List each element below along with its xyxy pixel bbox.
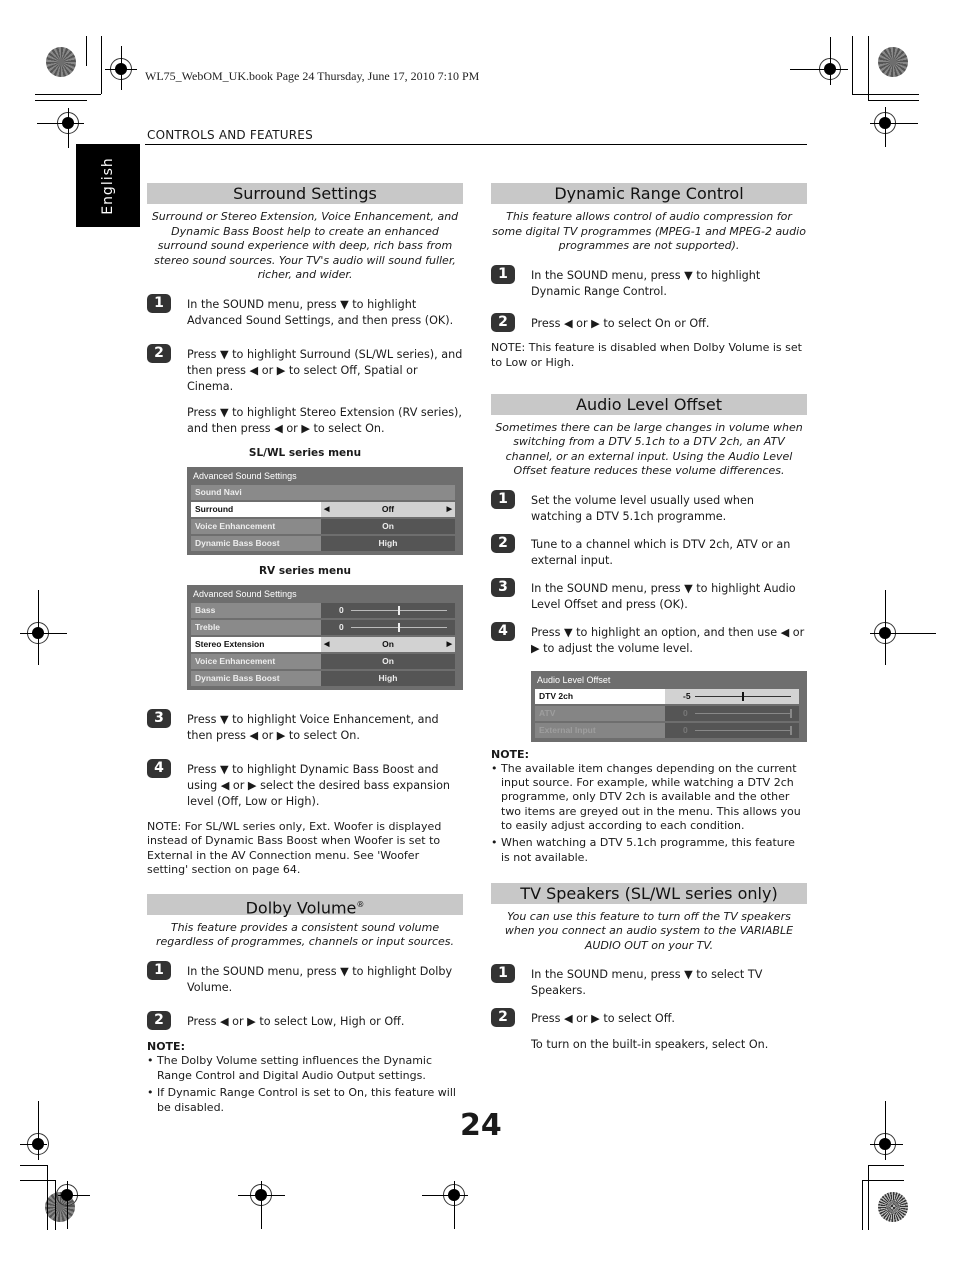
right-arrow-icon: ▶ <box>446 505 452 513</box>
alo-step-3: 3 In the SOUND menu, press ▼ to highligh… <box>491 577 807 613</box>
slider <box>351 605 447 615</box>
note-item: The available item changes depending on … <box>491 762 807 833</box>
osd-row: DTV 2ch -5 <box>535 688 799 704</box>
color-bar-rosette-icon <box>878 1192 908 1222</box>
surround-note: NOTE: For SL/WL series only, Ext. Woofer… <box>147 819 442 877</box>
alo-menu-screenshot: Audio Level Offset DTV 2ch -5 ATV 0 Extern… <box>531 670 807 742</box>
page-number: 24 <box>460 1108 502 1143</box>
drc-step-2: 2 Press ◀ or ▶ to select On or Off. <box>491 312 807 332</box>
surround-step-4: 4 Press ▼ to highlight Dynamic Bass Boos… <box>147 758 463 810</box>
surround-intro: Surround or Stereo Extension, Voice Enha… <box>151 210 459 281</box>
drc-intro: This feature allows control of audio com… <box>492 210 806 252</box>
osd-row: Voice Enhancement On <box>191 518 455 534</box>
sl-menu-screenshot: Advanced Sound Settings Sound Navi Surro… <box>187 466 463 555</box>
osd-row: Sound Navi <box>191 484 455 500</box>
osd-row: Dynamic Bass Boost High <box>191 535 455 551</box>
right-column: Dynamic Range Control This feature allow… <box>491 183 807 1053</box>
dynamic-range-control-heading: Dynamic Range Control <box>491 183 807 204</box>
osd-row: Stereo Extension ◀ On ▶ <box>191 636 455 652</box>
left-arrow-icon: ◀ <box>324 505 330 513</box>
step-text: In the SOUND menu, press ▼ to highlight … <box>531 268 761 298</box>
step-text: In the SOUND menu, press ▼ to highlight … <box>187 297 454 327</box>
color-bar-rosette-icon <box>46 47 76 77</box>
language-tab: English <box>76 144 140 227</box>
step-text: In the SOUND menu, press ▼ to highlight … <box>187 964 453 994</box>
slider <box>695 691 791 701</box>
right-arrow-icon: ▶ <box>446 640 452 648</box>
osd-title: Advanced Sound Settings <box>193 588 297 599</box>
section-header: CONTROLS AND FEATURES <box>147 128 313 142</box>
slider <box>351 622 447 632</box>
slider-knob <box>742 691 744 701</box>
alo-intro: Sometimes there can be large changes in … <box>495 420 803 478</box>
dolby-step-1: 1 In the SOUND menu, press ▼ to highligh… <box>147 960 463 996</box>
step-text: Press ◀ or ▶ to select Low, High or Off. <box>187 1014 405 1028</box>
step-text: In the SOUND menu, press ▼ to select TV … <box>531 968 763 998</box>
left-arrow-icon: ◀ <box>324 640 330 648</box>
alo-step-1: 1 Set the volume level usually used when… <box>491 489 807 525</box>
rv-menu-caption: RV series menu <box>258 564 352 577</box>
dolby-step-2: 2 Press ◀ or ▶ to select Low, High or Of… <box>147 1010 463 1030</box>
osd-row: Bass 0 <box>191 602 455 618</box>
surround-step-3: 3 Press ▼ to highlight Voice Enhancement… <box>147 708 463 744</box>
slider-knob <box>398 622 400 632</box>
step-text: Press ◀ or ▶ to select Off. <box>531 1012 675 1026</box>
dolby-intro: This feature provides a consistent sound… <box>155 920 455 949</box>
surround-step-2: 2 Press ▼ to highlight Surround (SL/WL s… <box>147 343 463 395</box>
surround-step-2-extra: Press ▼ to highlight Stereo Extension (R… <box>187 405 462 435</box>
osd-row: ATV 0 <box>535 705 799 721</box>
alo-step-4: 4 Press ▼ to highlight an option, and th… <box>491 621 807 657</box>
step-text: Set the volume level usually used when w… <box>531 493 754 523</box>
osd-row: External Input 0 <box>535 722 799 738</box>
left-column: Surround Settings Surround or Stereo Ext… <box>147 183 463 1118</box>
osd-row: Surround ◀ Off ▶ <box>191 501 455 517</box>
step-text: Press ◀ or ▶ to select On or Off. <box>531 316 710 330</box>
step-text: Press ▼ to highlight an option, and then… <box>531 625 805 655</box>
speakers-step-1: 1 In the SOUND menu, press ▼ to select T… <box>491 964 807 999</box>
osd-row: Voice Enhancement On <box>191 653 455 669</box>
osd-title: Advanced Sound Settings <box>193 470 297 481</box>
header-rule <box>145 144 807 145</box>
speakers-intro: You can use this feature to turn off the… <box>504 909 794 952</box>
note-item: When watching a DTV 5.1ch programme, thi… <box>491 836 807 865</box>
book-info-line: WL75_WebOM_UK.book Page 24 Thursday, Jun… <box>145 69 480 83</box>
color-bar-rosette-icon <box>878 47 908 77</box>
step-text: In the SOUND menu, press ▼ to highlight … <box>531 581 796 611</box>
step-text: Press ▼ to highlight Dynamic Bass Boost … <box>187 762 451 808</box>
alo-notes: NOTE: The available item changes dependi… <box>491 748 807 865</box>
rv-menu-screenshot: Advanced Sound Settings Bass 0 Treble 0 St… <box>187 584 463 690</box>
step-text: Press ▼ to highlight Voice Enhancement, … <box>187 712 439 742</box>
drc-note: NOTE: This feature is disabled when Dolb… <box>491 340 802 369</box>
step-text: Tune to a channel which is DTV 2ch, ATV … <box>531 537 791 567</box>
language-label: English <box>100 156 116 215</box>
step-number: 2 <box>147 343 171 363</box>
slider <box>695 708 792 718</box>
drc-step-1: 1 In the SOUND menu, press ▼ to highligh… <box>491 264 807 300</box>
speakers-extra: To turn on the built-in speakers, select… <box>531 1038 769 1052</box>
slider-knob <box>790 725 792 735</box>
alo-step-2: 2 Tune to a channel which is DTV 2ch, AT… <box>491 533 807 569</box>
osd-row: Dynamic Bass Boost High <box>191 670 455 686</box>
note-item: The Dolby Volume setting influences the … <box>147 1054 463 1083</box>
slider-knob <box>790 708 792 718</box>
dolby-notes: NOTE: The Dolby Volume setting influence… <box>147 1040 463 1116</box>
step-text: Press ▼ to highlight Surround (SL/WL ser… <box>187 347 463 393</box>
audio-level-offset-heading: Audio Level Offset <box>491 393 807 415</box>
osd-row: Treble 0 <box>191 619 455 635</box>
note-item: If Dynamic Range Control is set to On, t… <box>147 1086 463 1115</box>
sl-menu-caption: SL/WL series menu <box>248 446 362 459</box>
surround-settings-heading: Surround Settings <box>147 183 463 204</box>
speakers-step-2: 2 Press ◀ or ▶ to select Off. <box>491 1008 807 1028</box>
step-number: 1 <box>147 293 171 313</box>
slider-knob <box>398 605 400 615</box>
dolby-volume-heading: Dolby Volume® <box>147 893 463 917</box>
slider <box>695 725 792 735</box>
surround-step-1: 1 In the SOUND menu, press ▼ to highligh… <box>147 293 463 329</box>
tv-speakers-heading: TV Speakers (SL/WL series only) <box>491 882 807 904</box>
